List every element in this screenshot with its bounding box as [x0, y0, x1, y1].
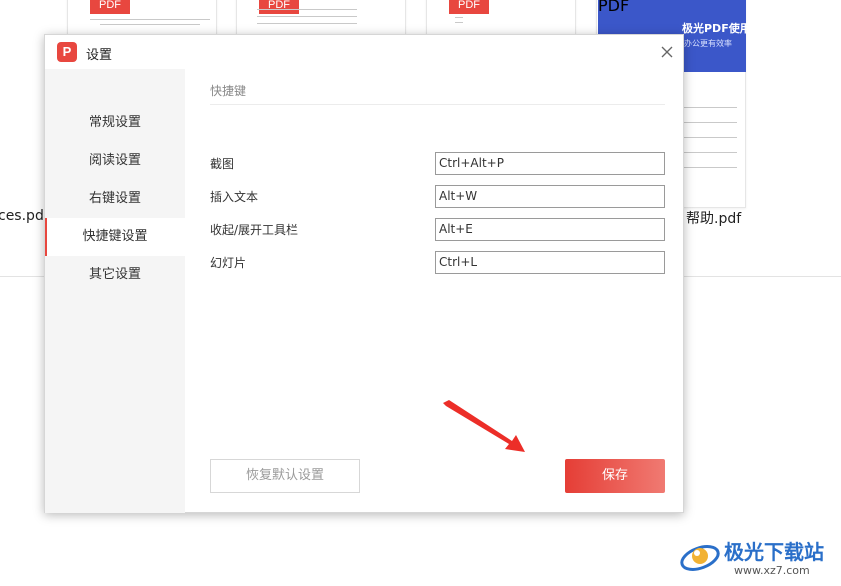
shortcut-field-toggle-toolbar[interactable]: Alt+E — [435, 218, 665, 241]
section-divider — [210, 104, 665, 105]
save-button[interactable]: 保存 — [565, 459, 665, 493]
watermark-logo-icon — [680, 545, 720, 571]
cover-title: 极光PDF使用帮助 — [682, 22, 773, 35]
section-title: 快捷键 — [210, 84, 247, 98]
sidebar-item-general[interactable]: 常规设置 — [45, 104, 185, 142]
shortcut-label-insert-text: 插入文本 — [210, 190, 259, 204]
settings-dialog: P 设置 常规设置 阅读设置 右键设置 快捷键设置 其它设置 快捷键 截图 Ct… — [44, 34, 684, 513]
dialog-title: 设置 — [86, 48, 113, 63]
watermark-url: www.xz7.com — [734, 564, 810, 577]
settings-sidebar: 常规设置 阅读设置 右键设置 快捷键设置 其它设置 — [45, 69, 185, 513]
shortcut-label-screenshot: 截图 — [210, 157, 235, 171]
shortcut-field-slideshow[interactable]: Ctrl+L — [435, 251, 665, 274]
sidebar-item-reading[interactable]: 阅读设置 — [45, 142, 185, 180]
watermark-text: 极光下载站 — [724, 540, 824, 564]
shortcut-field-screenshot[interactable]: Ctrl+Alt+P — [435, 152, 665, 175]
screen: PDF PDF PDF PDF 极光PDF使用帮助 办公更有效率 ces.pdf… — [0, 0, 841, 586]
cover-subtitle: 办公更有效率 — [684, 39, 732, 48]
watermark: 极光下载站 www.xz7.com — [678, 532, 838, 582]
reset-defaults-button[interactable]: 恢复默认设置 — [210, 459, 360, 493]
file-name[interactable]: ces.pdf — [0, 208, 49, 224]
sidebar-item-shortcuts[interactable]: 快捷键设置 — [45, 218, 185, 256]
shortcut-label-toggle-toolbar: 收起/展开工具栏 — [210, 223, 299, 237]
pdf-tag: PDF — [90, 0, 130, 14]
shortcut-label-slideshow: 幻灯片 — [210, 256, 247, 270]
sidebar-item-right-click[interactable]: 右键设置 — [45, 180, 185, 218]
pdf-tag: PDF — [449, 0, 489, 14]
shortcut-field-insert-text[interactable]: Alt+W — [435, 185, 665, 208]
settings-content: 快捷键 截图 Ctrl+Alt+P 插入文本 Alt+W 收起/展开工具栏 Al… — [185, 69, 683, 513]
sidebar-item-other[interactable]: 其它设置 — [45, 256, 185, 294]
dialog-titlebar[interactable]: P 设置 — [45, 35, 683, 69]
file-name[interactable]: 帮助.pdf — [686, 208, 741, 228]
app-logo-icon: P — [57, 42, 77, 62]
close-icon[interactable] — [658, 43, 676, 61]
pdf-tag: PDF — [598, 0, 630, 15]
pdf-tag: PDF — [259, 0, 299, 14]
